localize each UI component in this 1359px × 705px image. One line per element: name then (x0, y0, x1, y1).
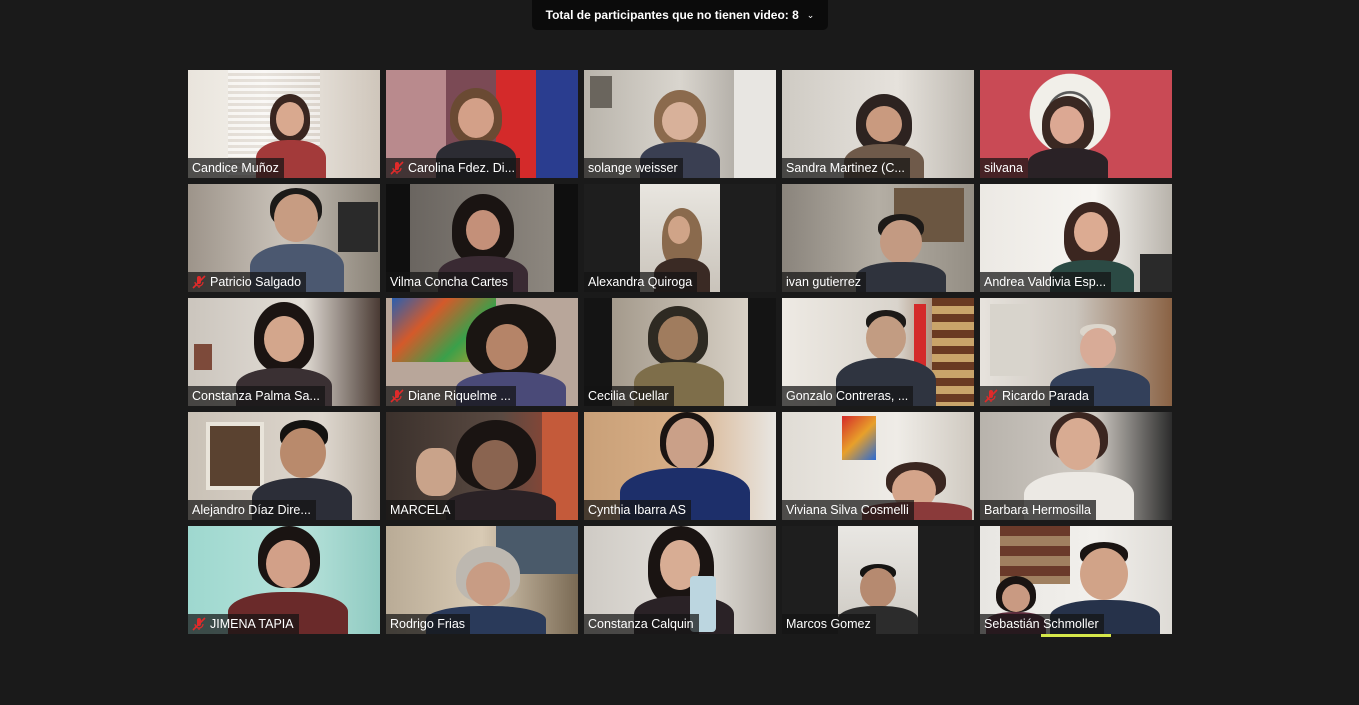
participant-name-tag: Constanza Palma Sa... (188, 386, 325, 406)
muted-microphone-icon (192, 275, 206, 289)
video-tile[interactable]: Cecilia Cuellar (584, 298, 776, 406)
video-tile[interactable]: Sebastián Schmoller (980, 526, 1172, 634)
video-gallery-grid: Candice Muñoz Carolina Fdez. Di... solan… (188, 70, 1172, 634)
chevron-down-icon: ⌄ (806, 9, 815, 20)
participant-name-tag: Alexandra Quiroga (584, 272, 698, 292)
video-tile[interactable]: JIMENA TAPIA (188, 526, 380, 634)
video-tile[interactable]: Andrea Valdivia Esp... (980, 184, 1172, 292)
participant-name-tag: solange weisser (584, 158, 683, 178)
participant-name-tag: Rodrigo Frias (386, 614, 471, 634)
video-tile[interactable]: Gonzalo Contreras, ... (782, 298, 974, 406)
participant-name-tag: Sandra Martinez (C... (782, 158, 910, 178)
participants-without-video-label: Total de participantes que no tienen vid… (545, 8, 799, 22)
participant-name-tag: Ricardo Parada (980, 386, 1094, 406)
participant-name-tag: Patricio Salgado (188, 272, 307, 292)
video-tile[interactable]: Constanza Palma Sa... (188, 298, 380, 406)
video-tile[interactable]: MARCELA (386, 412, 578, 520)
participant-name-tag: ivan gutierrez (782, 272, 867, 292)
video-tile[interactable]: Viviana Silva Cosmelli (782, 412, 974, 520)
participant-name-tag: Candice Muñoz (188, 158, 284, 178)
participants-without-video-dropdown[interactable]: Total de participantes que no tienen vid… (532, 0, 828, 30)
participant-name-tag: Gonzalo Contreras, ... (782, 386, 914, 406)
participant-name-tag: Cecilia Cuellar (584, 386, 674, 406)
video-tile[interactable]: Alejandro Díaz Dire... (188, 412, 380, 520)
video-tile[interactable]: Carolina Fdez. Di... (386, 70, 578, 178)
video-tile[interactable]: Diane Riquelme ... (386, 298, 578, 406)
muted-microphone-icon (390, 389, 404, 403)
participant-name-tag: Marcos Gomez (782, 614, 876, 634)
pinned-video-indicator (1041, 634, 1111, 637)
participant-name-tag: Cynthia Ibarra AS (584, 500, 691, 520)
participant-name-tag: Andrea Valdivia Esp... (980, 272, 1112, 292)
video-tile[interactable]: silvana (980, 70, 1172, 178)
participant-name-tag: Viviana Silva Cosmelli (782, 500, 914, 520)
video-tile[interactable]: Sandra Martinez (C... (782, 70, 974, 178)
participant-name-tag: Alejandro Díaz Dire... (188, 500, 316, 520)
video-tile[interactable]: Rodrigo Frias (386, 526, 578, 634)
participant-name-tag: MARCELA (386, 500, 456, 520)
participant-name-tag: Vilma Concha Cartes (386, 272, 513, 292)
video-tile[interactable]: Alexandra Quiroga (584, 184, 776, 292)
participant-name-tag: silvana (980, 158, 1028, 178)
video-tile[interactable]: Patricio Salgado (188, 184, 380, 292)
video-tile[interactable]: Candice Muñoz (188, 70, 380, 178)
participant-name-tag: JIMENA TAPIA (188, 614, 299, 634)
participant-name-tag: Sebastián Schmoller (980, 614, 1104, 634)
video-tile[interactable]: solange weisser (584, 70, 776, 178)
muted-microphone-icon (390, 161, 404, 175)
video-tile[interactable]: Barbara Hermosilla (980, 412, 1172, 520)
muted-microphone-icon (984, 389, 998, 403)
video-tile[interactable]: Marcos Gomez (782, 526, 974, 634)
video-tile[interactable]: Constanza Calquin (584, 526, 776, 634)
video-tile[interactable]: Ricardo Parada (980, 298, 1172, 406)
participant-name-tag: Carolina Fdez. Di... (386, 158, 520, 178)
participant-name-tag: Diane Riquelme ... (386, 386, 516, 406)
participant-name-tag: Constanza Calquin (584, 614, 699, 634)
video-tile[interactable]: Cynthia Ibarra AS (584, 412, 776, 520)
video-tile-active-speaker[interactable]: ivan gutierrez (782, 184, 974, 292)
video-tile[interactable]: Vilma Concha Cartes (386, 184, 578, 292)
muted-microphone-icon (192, 617, 206, 631)
participant-name-tag: Barbara Hermosilla (980, 500, 1096, 520)
